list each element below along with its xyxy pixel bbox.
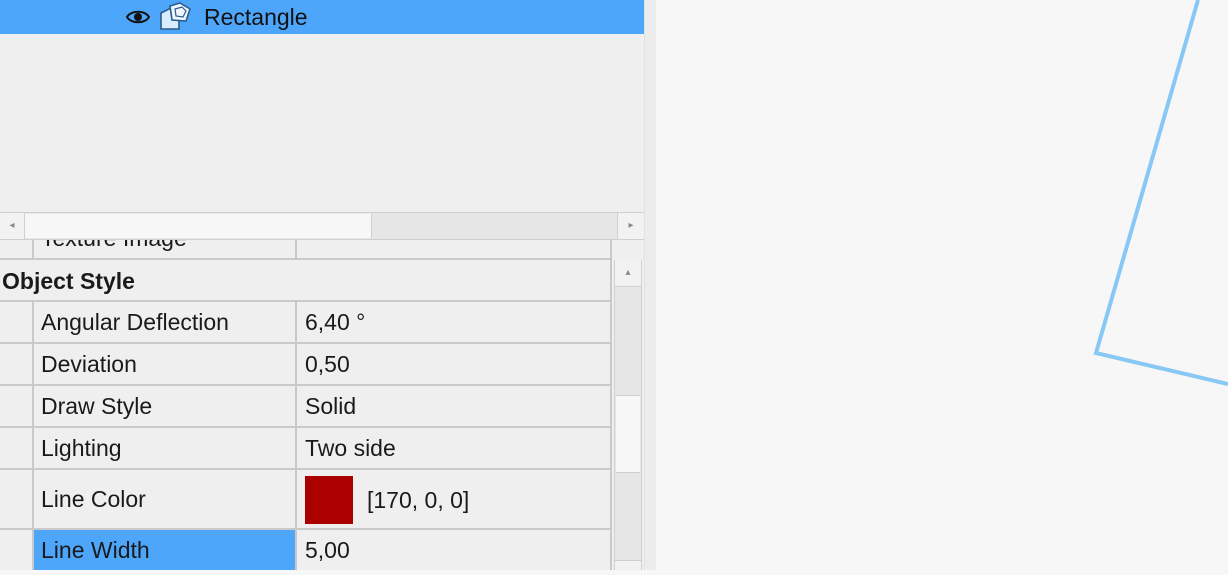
color-value-text: [170, 0, 0] — [367, 487, 470, 513]
rectangle-shape-outline[interactable] — [1093, 0, 1228, 386]
vertical-scroll-thumb[interactable] — [616, 395, 640, 473]
property-name: Line Width — [32, 530, 297, 570]
property-name: Deviation — [32, 344, 297, 384]
model-tree[interactable]: Rectangle — [0, 0, 644, 212]
property-value[interactable]: Solid — [297, 386, 612, 426]
tree-horizontal-scrollbar[interactable]: ◂ ▸ — [0, 212, 644, 240]
panel-splitter[interactable] — [644, 0, 656, 570]
property-value[interactable]: 6,40 ° — [297, 302, 612, 342]
property-name: Draw Style — [32, 386, 297, 426]
shape-icon — [160, 2, 191, 30]
property-name: Line Color — [32, 470, 297, 528]
scroll-right-arrow-icon[interactable]: ▸ — [617, 213, 644, 239]
3d-viewport[interactable] — [656, 0, 1228, 570]
property-row-angular-deflection[interactable]: Angular Deflection 6,40 ° — [0, 302, 612, 344]
property-value[interactable]: 0,50 — [297, 344, 612, 384]
property-value[interactable] — [297, 240, 612, 258]
left-panel: Rectangle ◂ ▸ Texture Image Object Style… — [0, 0, 644, 570]
group-title: Object Style — [2, 268, 135, 294]
color-swatch[interactable] — [305, 476, 353, 524]
scroll-left-arrow-icon[interactable]: ◂ — [0, 213, 25, 239]
property-row-line-color[interactable]: Line Color [170, 0, 0] — [0, 470, 612, 530]
property-row-draw-style[interactable]: Draw Style Solid — [0, 386, 612, 428]
eye-icon[interactable] — [126, 6, 150, 28]
tree-item-rectangle[interactable]: Rectangle — [0, 0, 644, 34]
property-vertical-scrollbar[interactable]: ▴ — [614, 260, 642, 570]
property-group-object-style[interactable]: Object Style — [0, 260, 612, 302]
property-name: Angular Deflection — [32, 302, 297, 342]
property-value[interactable]: 5,00 — [297, 530, 612, 570]
horizontal-scroll-thumb[interactable] — [25, 214, 372, 238]
property-row-texture-image[interactable]: Texture Image — [0, 240, 612, 260]
property-row-deviation[interactable]: Deviation 0,50 — [0, 344, 612, 386]
property-name: Texture Image — [32, 240, 297, 258]
property-value-color[interactable]: [170, 0, 0] — [297, 470, 612, 528]
tree-item-label: Rectangle — [204, 4, 308, 30]
property-panel: Texture Image Object Style Angular Defle… — [0, 240, 644, 570]
property-name: Lighting — [32, 428, 297, 468]
scroll-up-arrow-icon[interactable]: ▴ — [615, 260, 641, 287]
property-value[interactable]: Two side — [297, 428, 612, 468]
scroll-down-arrow-icon[interactable] — [615, 560, 641, 570]
viewport-canvas[interactable] — [656, 0, 1228, 570]
property-row-line-width[interactable]: Line Width 5,00 — [0, 530, 612, 570]
property-row-lighting[interactable]: Lighting Two side — [0, 428, 612, 470]
